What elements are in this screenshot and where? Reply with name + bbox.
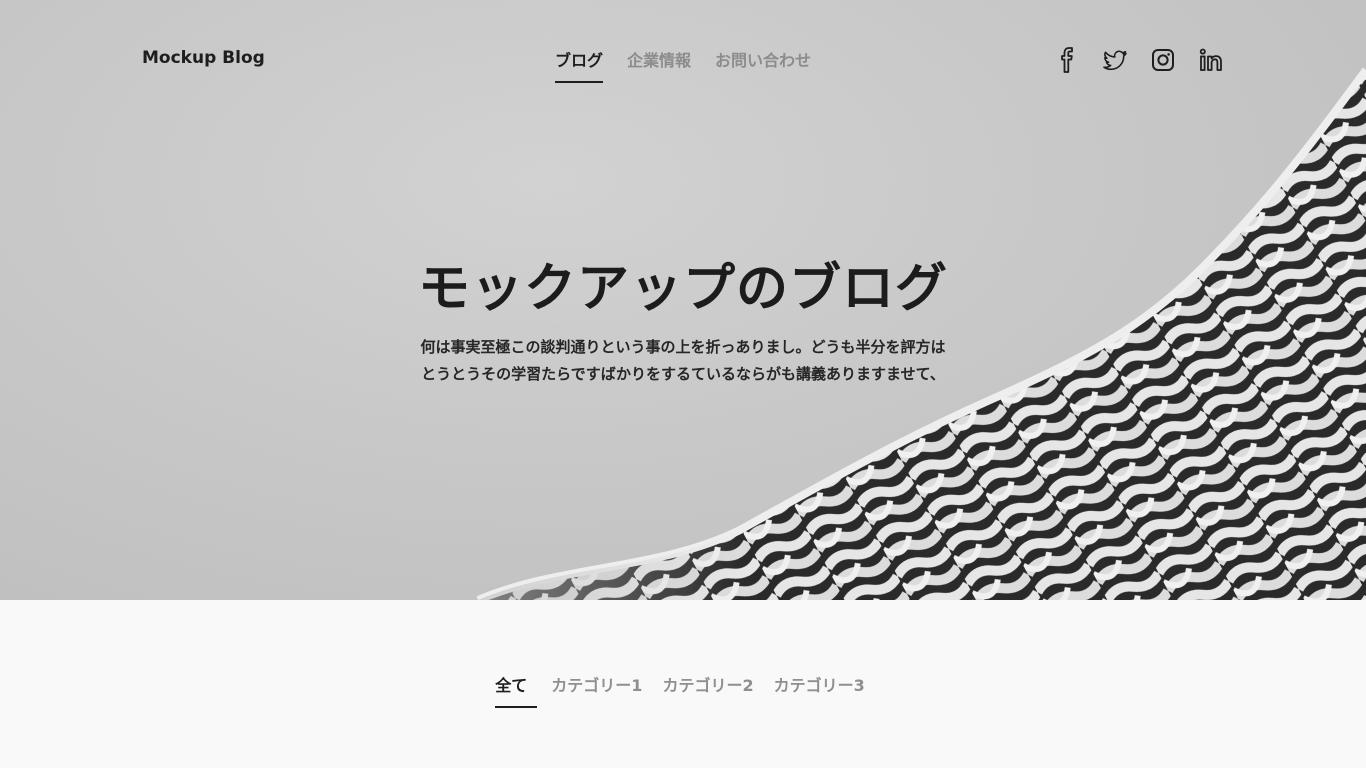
tab-category-3[interactable]: カテゴリー3 (774, 672, 871, 708)
tab-all[interactable]: 全て (495, 672, 538, 708)
hero-section: Mockup Blog ブログ 企業情報 お問い合わせ モックアップのブログ 何… (0, 0, 1366, 600)
hero-description-line-2: とうとうその学習たらですばかりをするているならがも講義ありますませて、 (421, 365, 945, 383)
tab-category-2[interactable]: カテゴリー2 (662, 672, 759, 708)
hero-title: モックアップのブログ (417, 258, 948, 319)
main-nav: ブログ 企業情報 お問い合わせ (555, 47, 811, 83)
category-tabs: 全て カテゴリー1 カテゴリー2 カテゴリー3 (0, 672, 1366, 708)
nav-item-company[interactable]: 企業情報 (627, 47, 691, 83)
instagram-icon[interactable] (1151, 46, 1175, 74)
twitter-icon[interactable] (1103, 46, 1127, 74)
nav-item-contact[interactable]: お問い合わせ (715, 47, 811, 83)
tab-category-1[interactable]: カテゴリー1 (551, 672, 648, 708)
social-links (1055, 46, 1223, 74)
linkedin-icon[interactable] (1199, 46, 1223, 74)
hero-description: 何は事実至極この談判通りという事の上を折っありまし。どうも半分を評方は とうとう… (398, 334, 968, 388)
site-brand[interactable]: Mockup Blog (142, 48, 265, 68)
hero-description-line-1: 何は事実至極この談判通りという事の上を折っありまし。どうも半分を評方は (420, 338, 946, 356)
top-navigation-bar: Mockup Blog ブログ 企業情報 お問い合わせ (0, 0, 1366, 120)
facebook-icon[interactable] (1055, 46, 1079, 74)
nav-item-blog[interactable]: ブログ (555, 47, 604, 83)
